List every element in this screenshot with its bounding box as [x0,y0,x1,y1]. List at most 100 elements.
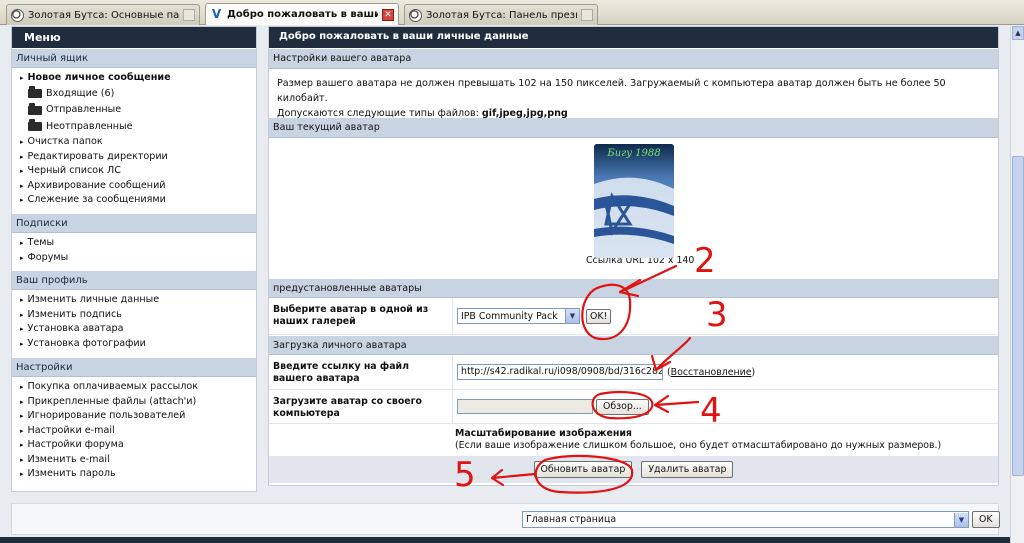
bottom-strip [0,537,1010,543]
chevron-down-icon: ▼ [565,309,579,323]
restore-link[interactable]: Восстановление [671,367,752,378]
sidebar-item-edit-personal[interactable]: ▸ Изменить личные данные [12,293,256,308]
sidebar-item-label: Изменить пароль [27,468,116,479]
url-row: Введите ссылку на файл вашего аватара ht… [269,355,998,390]
sidebar-item-edit-dirs[interactable]: ▸ Редактировать директории [12,150,256,165]
file-path-input[interactable] [457,399,593,414]
sidebar-item-archive[interactable]: ▸ Архивирование сообщений [12,179,256,194]
sidebar-item-label: Редактировать директории [27,150,168,162]
browser-tab-bar: Золотая Бутса: Основные параметры V Добр… [0,0,1024,25]
gallery-select[interactable]: IPB Community Pack ▼ [457,308,580,324]
sidebar-item-label: Слежение за сообщениями [27,194,166,205]
forum-logo-icon: V [210,7,223,21]
upload-avatar-header: Загрузка личного аватара [269,335,998,355]
scroll-thumb[interactable] [1012,156,1024,476]
sidebar-item-photo[interactable]: ▸ Установка фотографии [12,337,256,352]
soccer-ball-icon [11,8,24,22]
gallery-label: Выберите аватар в одной из наших галерей [269,298,453,334]
browse-button[interactable]: Обзор... [596,398,649,415]
sidebar-item-attachments[interactable]: ▸ Прикрепленные файлы (attach'и) [12,395,256,410]
sidebar-item-topics[interactable]: ▸ Темы [12,236,256,251]
sidebar-item-tracking[interactable]: ▸ Слежение за сообщениями [12,193,256,208]
info-text: Допускаются следующие типы файлов: [277,108,482,119]
sidebar-item-label: Неотправленные [46,120,133,132]
sidebar-item-label: Игнорирование пользователей [27,410,186,421]
sidebar-item-change-password[interactable]: ▸ Изменить пароль [12,467,256,482]
section-title: предустановленные аватары [273,282,422,294]
sidebar-item-avatar[interactable]: ▸ Установка аватара [12,322,256,337]
sidebar-folder-unsent[interactable]: Неотправленные [12,119,256,136]
sidebar-item-label: Новое личное сообщение [27,72,171,83]
vertical-scrollbar[interactable]: ▲ [1010,26,1024,543]
section-header-settings: Настройки [12,357,256,377]
sidebar-folder-inbox[interactable]: Входящие (6) [12,86,256,103]
tab-label: Золотая Бутса: Панель президента ... [426,9,577,21]
jump-ok-button[interactable]: OK [972,511,1000,528]
sidebar-item-label: Черный список ЛС [27,165,121,176]
sidebar-item-label: Изменить подпись [27,308,122,320]
sidebar-item-forum-settings[interactable]: ▸ Настройки форума [12,438,256,453]
folder-icon [28,102,42,115]
avatar-info: Размер вашего аватара не должен превышат… [269,69,998,119]
jump-select[interactable]: Главная страница ▼ [522,511,969,528]
sidebar-item-label: Архивирование сообщений [27,179,166,191]
sidebar-item-label: Настройки форума [27,439,124,450]
sidebar-item-change-email[interactable]: ▸ Изменить e-mail [12,453,256,468]
close-icon[interactable]: ✕ [382,8,394,21]
sidebar-item-new-message[interactable]: ▸ Новое личное сообщение [12,71,256,86]
upload-label: Загрузите аватар со своего компьютера [269,390,453,423]
gallery-row: Выберите аватар в одной из наших галерей… [269,298,998,335]
restore-link-wrap: (Восстановление) [667,366,756,378]
sidebar-item-email-settings[interactable]: ▸ Настройки e-mail [12,424,256,439]
select-value: Главная страница [526,514,617,525]
scale-row: Масштабирование изображения (Если ваше и… [269,424,998,456]
file-types: gif,jpeg,jpg,png [481,108,568,119]
update-avatar-button[interactable]: Обновить аватар [533,461,633,478]
scale-note: (Если ваше изображение слишком большое, … [455,440,942,451]
tab-main-params[interactable]: Золотая Бутса: Основные параметры [6,4,200,25]
sidebar-item-label: Настройки e-mail [27,424,115,436]
select-value: IPB Community Pack [461,310,558,322]
soccer-ball-icon [409,8,422,22]
sidebar-item-label: Прикрепленные файлы (attach'и) [27,395,197,407]
avatar-image: Бигу 1988 [594,144,674,258]
sidebar-item-ignore-users[interactable]: ▸ Игнорирование пользователей [12,409,256,424]
sidebar-item-paid-mailings[interactable]: ▸ Покупка оплачиваемых рассылок [12,380,256,395]
sidebar-item-label: Форумы [27,251,69,263]
scroll-up-icon[interactable]: ▲ [1012,26,1024,40]
sidebar-item-forums[interactable]: ▸ Форумы [12,251,256,266]
info-text: Размер вашего аватара не должен превышат… [277,78,946,104]
sidebar-item-label: Темы [27,237,55,248]
sidebar-item-label: Очистка папок [27,136,103,147]
tab-label: Добро пожаловать в ваши личн... [227,9,378,20]
sidebar-item-edit-signature[interactable]: ▸ Изменить подпись [12,308,256,323]
url-label: Введите ссылку на файл вашего аватара [269,355,453,389]
sidebar-item-label: Изменить e-mail [27,453,110,465]
section-title: Настройки вашего аватара [273,53,412,64]
sidebar-item-blacklist[interactable]: ▸ Черный список ЛС [12,164,256,179]
section-header-subscriptions: Подписки [12,213,256,233]
folder-icon [28,86,42,99]
gallery-ok-button[interactable]: OK! [586,308,612,324]
avatar-text: Бигу 1988 [607,148,661,159]
sidebar-item-label: Отправленные [46,104,122,115]
sidebar-folder-sent[interactable]: Отправленные [12,102,256,119]
avatar-settings-header: Настройки вашего аватара [269,48,998,69]
sidebar-item-label: Покупка оплачиваемых рассылок [27,381,198,392]
sidebar-item-label: Изменить личные данные [27,294,160,305]
sidebar-item-label: Установка фотографии [27,337,146,349]
tab-president-panel[interactable]: Золотая Бутса: Панель президента ... [404,4,598,25]
delete-avatar-button[interactable]: Удалить аватар [641,461,734,478]
avatar-url-input[interactable]: http://s42.radikal.ru/i098/0908/bd/316c2… [457,364,663,380]
tab-welcome[interactable]: V Добро пожаловать в ваши личн... ✕ [205,3,399,25]
sidebar-menu: Меню Личный ящик ▸ Новое личное сообщение… [11,26,257,492]
tab-close-icon[interactable] [581,9,593,21]
section-header-profile: Ваш профиль [12,270,256,290]
scale-title: Масштабирование изображения [455,428,632,439]
section-header-inbox: Личный ящик [12,48,256,68]
sidebar-item-clear-folders[interactable]: ▸ Очистка папок [12,135,256,150]
sidebar-item-label: Входящие (6) [46,87,115,99]
section-title: Загрузка личного аватара [273,339,407,351]
page-title: Добро пожаловать в ваши личные данные [269,27,998,48]
tab-close-icon[interactable] [183,9,195,21]
